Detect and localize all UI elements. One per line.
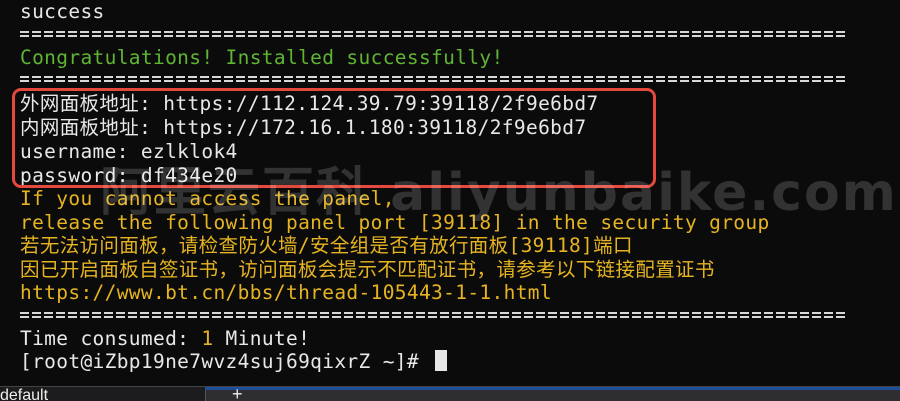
time-unit: Minute! [213,327,311,350]
status-line: success [20,0,105,23]
congrats-line: Congratulations! Installed successfully! [20,46,504,69]
terminal-window[interactable]: success Congratulations! Installed succe… [0,0,900,386]
tab-default[interactable]: default [0,387,206,401]
tab-bar-accent [205,387,900,390]
shell-prompt-line[interactable]: [root@iZbp19ne7wvz4suj69qixrZ ~]# [20,350,448,374]
new-tab-icon[interactable]: + [232,387,243,401]
shell-prompt: [root@iZbp19ne7wvz4suj69qixrZ ~]# [20,350,432,373]
hint-line-3: 若无法访问面板，请检查防火墙/安全组是否有放行面板[39118]端口 [20,234,633,257]
separator-line [20,28,848,40]
docs-link[interactable]: https://www.bt.cn/bbs/thread-105443-1-1.… [20,281,552,305]
terminal-tab-bar: default + [0,386,900,401]
separator-line [20,73,848,85]
hint-line-4: 因已开启面板自签证书，访问面板会提示不匹配证书，请参考以下链接配置证书 [20,258,715,281]
watermark: 阿里云百科 aliyunbaike.com [100,163,898,223]
time-label: Time consumed: [20,327,202,350]
text-cursor [435,350,448,371]
time-consumed-line: Time consumed: 1 Minute! [20,327,310,351]
separator-line [20,309,848,321]
tab-label: default [0,387,49,401]
time-value: 1 [201,327,214,350]
